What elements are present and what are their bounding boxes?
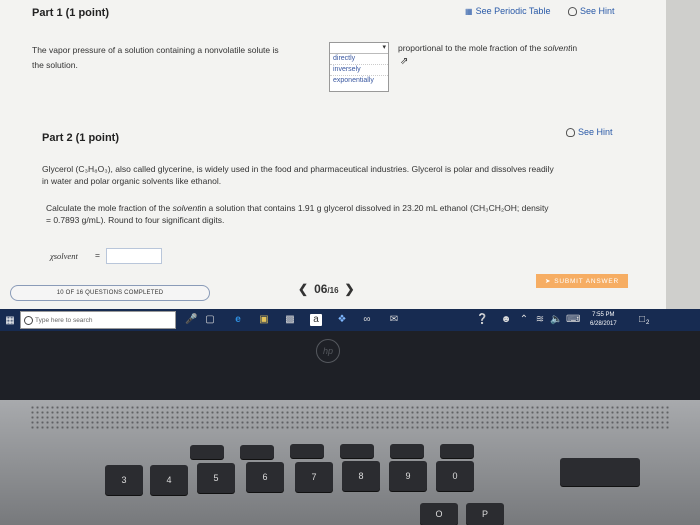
windows-logo-icon: ▦ <box>5 314 15 326</box>
key-8: 8 <box>342 461 380 491</box>
store-icon[interactable]: ▩ <box>284 314 296 326</box>
progress-bar: 10 OF 16 QUESTIONS COMPLETED <box>10 285 210 301</box>
mail-icon[interactable]: ✉ <box>388 314 400 326</box>
submit-arrow-icon: ➤ <box>544 278 552 285</box>
dropdown-option-inversely[interactable]: inversely <box>330 65 388 76</box>
function-key <box>440 444 474 458</box>
help-icon[interactable]: ❔ <box>476 314 488 326</box>
function-key <box>340 444 374 458</box>
function-key <box>240 445 274 459</box>
answer-equals: = <box>95 250 100 260</box>
page-current: 06 <box>314 282 328 296</box>
dropdown-option-directly[interactable]: directly <box>330 54 388 65</box>
lightbulb-icon <box>566 127 575 137</box>
start-button[interactable]: ▦ <box>0 309 20 331</box>
browser-screen: Part 1 (1 point) ▦ See Periodic Table Se… <box>0 0 700 310</box>
search-circle-icon <box>24 315 33 325</box>
periodic-table-icon: ▦ <box>465 6 473 16</box>
prev-question-icon[interactable]: ❮ <box>298 282 308 296</box>
taskbar-search-input[interactable]: Type here to search <box>20 311 176 329</box>
key-p: P <box>466 503 504 525</box>
lightbulb-icon <box>568 6 577 16</box>
key-5: 5 <box>197 463 235 493</box>
answer-input[interactable] <box>106 248 162 264</box>
mouse-cursor-icon: ⇗ <box>400 56 409 67</box>
amazon-icon[interactable]: a <box>310 314 322 326</box>
dropbox-icon[interactable]: ❖ <box>336 314 348 326</box>
key-0: 0 <box>436 461 474 491</box>
edge-browser-icon[interactable]: e <box>232 314 244 326</box>
speaker-icon[interactable]: 🔈 <box>550 314 562 326</box>
part2-title: Part 2 (1 point) <box>42 132 120 144</box>
answer-label: χsolvent <box>50 251 78 261</box>
laptop-bezel <box>0 331 700 401</box>
backspace-key <box>560 458 640 486</box>
part1-sentence-middle: proportional to the mole fraction of the… <box>398 43 578 53</box>
progress-text: 10 OF 16 QUESTIONS COMPLETED <box>56 290 164 296</box>
page-total: /16 <box>327 286 339 295</box>
part2-see-hint-button[interactable]: See Hint <box>566 127 613 137</box>
part2-intro: Glycerol (C₃H₈O₃), also called glycerine… <box>42 164 554 186</box>
next-question-icon[interactable]: ❯ <box>345 282 355 296</box>
dropdown-selected[interactable]: ▾ <box>330 43 388 54</box>
notification-count: 2 <box>646 320 650 326</box>
part1-sentence-start: The vapor pressure of a solution contain… <box>32 45 279 55</box>
submit-answer-button[interactable]: ➤ SUBMIT ANSWER <box>536 274 628 288</box>
speaker-grille <box>30 405 670 431</box>
question-pager: ❮ 06/16 ❯ <box>298 282 355 296</box>
part1-title: Part 1 (1 point) <box>32 7 110 19</box>
key-7: 7 <box>295 462 333 492</box>
see-periodic-table-link[interactable]: ▦ See Periodic Table <box>465 6 550 16</box>
key-9: 9 <box>389 461 427 491</box>
windows-taskbar: ▦ Type here to search 🎤 ▢ e ▣ ▩ a ❖ ∞ ✉ … <box>0 309 700 331</box>
file-explorer-icon[interactable]: ▣ <box>258 314 270 326</box>
microphone-icon[interactable]: 🎤 <box>185 314 197 326</box>
function-key <box>290 444 324 458</box>
proportionality-dropdown[interactable]: ▾ directly inversely exponentially <box>329 42 389 92</box>
see-hint-button[interactable]: See Hint <box>568 6 615 16</box>
hp-logo: hp <box>316 339 340 363</box>
part2-question: Calculate the mole fraction of the solve… <box>46 203 549 225</box>
function-key <box>390 444 424 458</box>
chevron-up-icon[interactable]: ⌃ <box>518 314 530 326</box>
wifi-icon[interactable]: ≋ <box>534 314 546 326</box>
page-edge <box>666 0 700 310</box>
key-o: O <box>420 503 458 525</box>
key-3: 3 <box>105 465 143 495</box>
function-key <box>190 445 224 459</box>
task-view-icon[interactable]: ▢ <box>204 314 216 326</box>
keyboard-icon[interactable]: ⌨ <box>566 314 580 326</box>
taskbar-clock[interactable]: 7:55 PM 6/28/2017 <box>590 311 617 329</box>
dropdown-option-exponentially[interactable]: exponentially <box>330 76 388 86</box>
key-6: 6 <box>246 462 284 492</box>
infinity-app-icon[interactable]: ∞ <box>361 314 373 326</box>
part1-sentence-end: the solution. <box>32 60 78 70</box>
key-4: 4 <box>150 465 188 495</box>
people-icon[interactable]: ☻ <box>500 314 512 326</box>
dropdown-arrow-icon: ▾ <box>382 44 386 51</box>
